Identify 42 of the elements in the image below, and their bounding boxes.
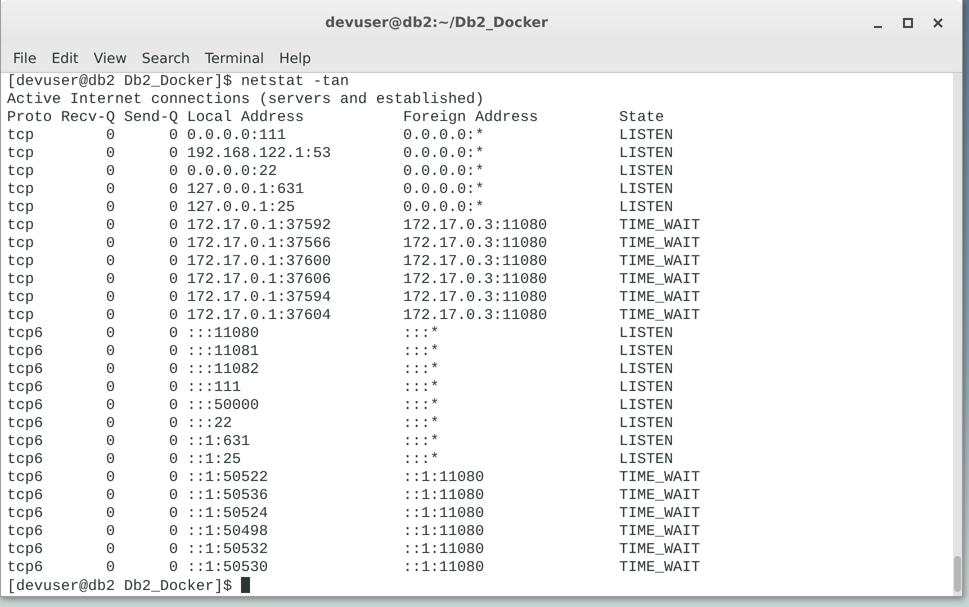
terminal-line: tcp6 0 0 :::11080 :::* LISTEN [7, 325, 674, 343]
terminal-line: tcp 0 0 172.17.0.1:37600 172.17.0.3:11080 TIME_WAIT [7, 253, 702, 271]
minimize-icon [874, 26, 882, 28]
terminal-line: tcp 0 0 172.17.0.1:37594 172.17.0.3:11080 TIME_WAIT [7, 289, 702, 307]
menu-item[interactable]: Edit [43, 46, 86, 70]
menu-item[interactable]: File [5, 46, 44, 70]
terminal-line: tcp6 0 0 ::1:50522 ::1:11080 TIME_WAIT [7, 469, 702, 487]
menu-item[interactable]: Search [134, 46, 197, 70]
close-icon [933, 18, 943, 28]
shell-prompt: [devuser@db2 Db2_Docker]$ [7, 578, 234, 595]
terminal-line: tcp 0 0 0.0.0.0:111 0.0.0.0:* LISTEN [7, 127, 674, 145]
terminal-line: tcp 0 0 172.17.0.1:37566 172.17.0.3:11080 TIME_WAIT [7, 235, 702, 253]
terminal-line: tcp6 0 0 ::1:50532 ::1:11080 TIME_WAIT [7, 541, 702, 559]
terminal-line: tcp6 0 0 :::11082 :::* LISTEN [7, 361, 674, 379]
terminal-line: tcp6 0 0 ::1:50536 ::1:11080 TIME_WAIT [7, 487, 702, 505]
text-cursor [241, 577, 250, 593]
terminal-line: Active Internet connections (servers and established) [7, 91, 486, 109]
terminal-line: tcp6 0 0 ::1:50498 ::1:11080 TIME_WAIT [7, 523, 702, 541]
terminal-line: tcp 0 0 127.0.0.1:25 0.0.0.0:* LISTEN [7, 199, 674, 217]
maximize-icon [903, 18, 913, 28]
terminal-line: tcp 0 0 192.168.122.1:53 0.0.0.0:* LISTEN [7, 145, 674, 163]
scrollbar[interactable] [953, 73, 962, 596]
terminal-line: tcp6 0 0 :::11081 :::* LISTEN [7, 343, 674, 361]
terminal-line: tcp6 0 0 ::1:631 :::* LISTEN [7, 433, 674, 451]
terminal-line: tcp6 0 0 :::50000 :::* LISTEN [7, 397, 674, 415]
terminal-line: tcp 0 0 172.17.0.1:37604 172.17.0.3:11080 TIME_WAIT [7, 307, 702, 325]
terminal-line: [devuser@db2 Db2_Docker]$ netstat -tan [7, 73, 350, 91]
terminal-line: tcp6 0 0 ::1:50524 ::1:11080 TIME_WAIT [7, 505, 702, 523]
terminal-line: tcp 0 0 172.17.0.1:37606 172.17.0.3:11080 TIME_WAIT [7, 271, 702, 289]
menu-item[interactable]: Help [271, 46, 318, 70]
terminal-line: tcp 0 0 172.17.0.1:37592 172.17.0.3:11080 TIME_WAIT [7, 217, 702, 235]
terminal-line: tcp 0 0 127.0.0.1:631 0.0.0.0:* LISTEN [7, 181, 674, 199]
window-title: devuser@db2:~/Db2_Docker [324, 14, 549, 30]
terminal-line: tcp6 0 0 ::1:50530 ::1:11080 TIME_WAIT [7, 559, 702, 577]
terminal-line: Proto Recv-Q Send-Q Local Address Foreign Address State [7, 109, 666, 127]
menu-item[interactable]: View [86, 46, 134, 70]
terminal-line: tcp6 0 0 :::111 :::* LISTEN [7, 379, 674, 397]
terminal-line: tcp6 0 0 ::1:25 :::* LISTEN [7, 451, 674, 469]
scrollbar-thumb[interactable] [954, 556, 961, 592]
terminal-line: tcp 0 0 0.0.0.0:22 0.0.0.0:* LISTEN [7, 163, 674, 181]
menu-item[interactable]: Terminal [196, 46, 272, 70]
terminal-line: tcp6 0 0 :::22 :::* LISTEN [7, 415, 674, 433]
